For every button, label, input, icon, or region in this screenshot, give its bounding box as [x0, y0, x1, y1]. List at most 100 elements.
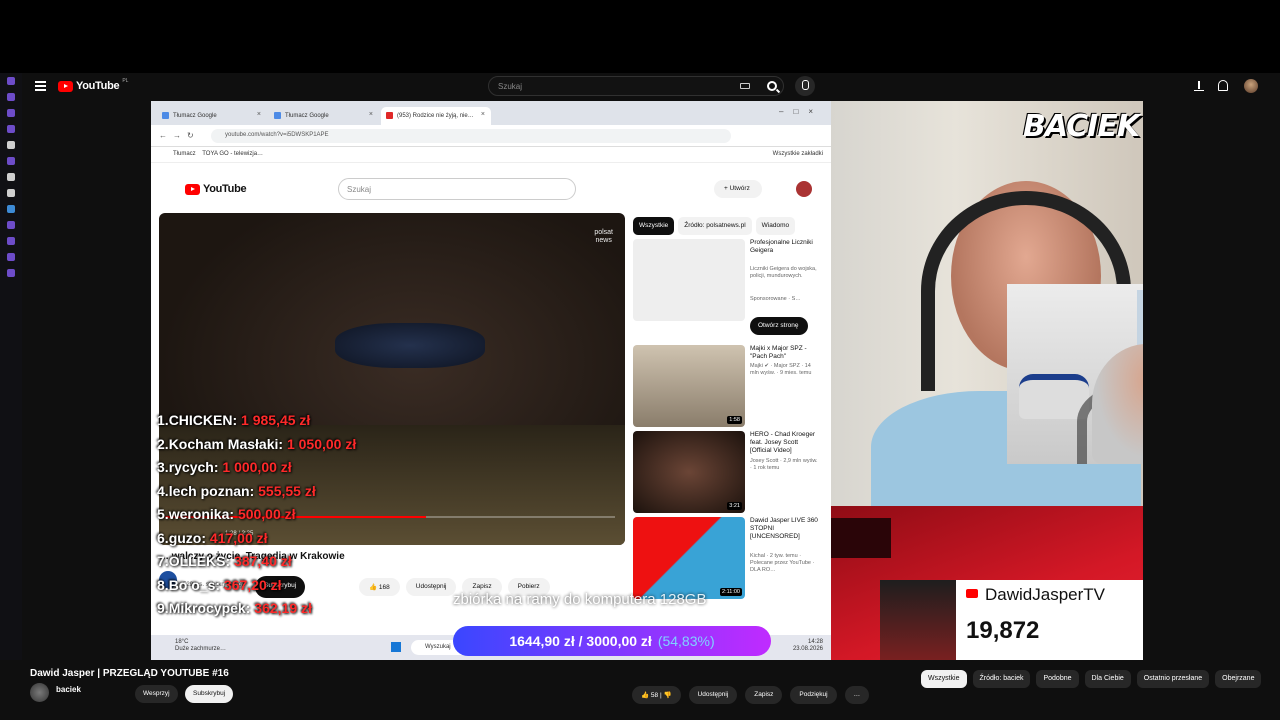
leaderboard-row: 5.weronika: 500,00 zł [157, 503, 356, 527]
youtube-logo[interactable]: YouTube PL [58, 78, 128, 92]
browser-tab-active: (953) Rodzice nie żyją, nie… × [381, 107, 491, 125]
lb-name: Mikrocypek: [168, 600, 251, 616]
close-icon: × [368, 111, 373, 118]
rec-duration: 2:11:00 [720, 588, 742, 596]
youtube-icon [966, 589, 978, 598]
bookmark: Wszystkie zakładki [772, 151, 823, 157]
upload-icon[interactable] [1194, 81, 1204, 91]
goal-current: 1644,90 zł [509, 633, 575, 649]
rec-sponsor: Sponsorowane · S… [750, 296, 801, 302]
lb-amount: 555,55 zł [258, 482, 316, 499]
video-player[interactable]: Tłumacz Google × Tłumacz Google × (953) Ro… [151, 101, 1143, 660]
rail-icon[interactable] [7, 221, 15, 229]
lb-amount: 387,40 zł [234, 553, 292, 569]
inner-rec: 1:58 Majki x Major SPZ - "Pach Pach" Maj… [633, 345, 823, 427]
logo-text: YouTube [76, 80, 120, 92]
rec-open-button: Otwórz stronę [750, 317, 808, 335]
search-icon[interactable] [767, 81, 777, 91]
lb-amount: 362,19 zł [254, 600, 312, 616]
instagram-icon[interactable] [7, 157, 15, 165]
thanks-button[interactable]: Podziękuj [790, 686, 837, 704]
subscribe-button[interactable]: Subskrybuj [185, 685, 234, 703]
scene-car [335, 323, 485, 368]
menu-icon[interactable] [35, 81, 46, 91]
rail-icon[interactable] [7, 125, 15, 133]
lb-name: rycych: [168, 459, 219, 475]
save-button[interactable]: Zapisz [745, 686, 783, 704]
browser-tab-strip: Tłumacz Google × Tłumacz Google × (953) Ro… [151, 101, 831, 125]
video-info: Dawid Jasper | PRZEGLĄD YOUTUBE #16 baci… [0, 660, 1280, 720]
chip-recent[interactable]: Ostatnio przesłane [1136, 670, 1210, 688]
inner-chip: Źródło: polsatnews.pl [678, 217, 752, 235]
rec-thumb: 2:11:00 [633, 517, 745, 599]
rec-meta: Josey Scott · 2,9 mln wyśw. · 1 rok temu [750, 458, 818, 471]
account-avatar[interactable] [1244, 79, 1258, 93]
telegram-icon[interactable] [7, 205, 15, 213]
inner-rec: 3:21 HERO - Chad Kroeger feat. Josey Sco… [633, 431, 823, 513]
streamer-logo: BACIEK [1023, 109, 1140, 144]
lb-name: guzo: [168, 529, 207, 546]
lb-name: lech poznan: [168, 482, 255, 499]
lb-rank: 3. [157, 459, 169, 475]
lb-amount: 1 050,00 zł [286, 435, 357, 452]
inner-chip: Wiadomo [755, 217, 796, 235]
rec-duration: 1:58 [727, 416, 742, 424]
channel-avatar[interactable] [30, 683, 49, 702]
rec-thumb: 1:58 [633, 345, 745, 427]
rail-icon[interactable] [7, 77, 15, 85]
close-icon: × [480, 111, 485, 118]
more-button[interactable]: … [844, 686, 870, 704]
url-field: youtube.com/watch?v=i5DWSKP1APE [211, 129, 731, 143]
rec-title: HERO - Chad Kroeger feat. Josey Scott [O… [750, 431, 816, 454]
like-button[interactable]: 👍 58 | 👎 [632, 686, 681, 704]
lb-rank: 1. [157, 412, 169, 428]
lb-rank: 7. [157, 553, 169, 569]
rail-icon[interactable] [7, 93, 15, 101]
leaderboard-row: 6.guzo: 417,00 zł [157, 527, 356, 551]
donation-leaderboard: 1.CHICKEN: 1 985,45 zł 2.Kocham Masłaki:… [157, 409, 356, 621]
chip-watched[interactable]: Obejrzane [1215, 670, 1262, 688]
leaderboard-row: 2.Kocham Masłaki: 1 050,00 zł [157, 433, 356, 457]
chip-for-you[interactable]: Dla Ciebie [1084, 670, 1131, 688]
chip-all[interactable]: Wszystkie [921, 670, 967, 688]
channel-promo: DawidJasperTV 19,872 [880, 580, 1143, 660]
leaderboard-row: 4.lech poznan: 555,55 zł [157, 480, 356, 504]
tab-label: (953) Rodzice nie żyją, nie… [397, 113, 474, 119]
lb-rank: 4. [157, 482, 169, 499]
inner-like: 👍 168 [359, 578, 400, 596]
tiktok-icon[interactable] [7, 173, 15, 181]
inner-share: Udostępnij [405, 578, 457, 596]
chip-source[interactable]: Źródło: baciek [972, 670, 1031, 688]
share-button[interactable]: Udostępnij [688, 686, 738, 704]
rec-thumb: 3:21 [633, 431, 745, 513]
support-button[interactable]: Wesprzyj [135, 685, 178, 703]
rail-icon[interactable] [7, 237, 15, 245]
rail-icon[interactable] [7, 109, 15, 117]
chip-similar[interactable]: Podobne [1036, 670, 1079, 688]
x-icon[interactable] [7, 189, 15, 197]
pip-person [1092, 344, 1143, 464]
keyboard-icon[interactable] [740, 83, 750, 89]
leaderboard-row: 1.CHICKEN: 1 985,45 zł [157, 409, 356, 433]
overlay-red-panel: DawidJasperTV 19,872 [831, 506, 1143, 660]
lb-rank: 9. [157, 600, 169, 616]
channel-name[interactable]: baciek [56, 685, 81, 694]
inner-avatar [796, 181, 812, 197]
inner-chips: Wszystkie Źródło: polsatnews.pl Wiadomo [633, 217, 796, 235]
notifications-icon[interactable] [1218, 80, 1228, 91]
lb-amount: 1 985,45 zł [241, 412, 311, 428]
discord-icon[interactable] [7, 141, 15, 149]
leaderboard-row: 3.rycych: 1 000,00 zł [157, 456, 356, 480]
settings-icon[interactable] [7, 269, 15, 277]
letterbox-top [0, 0, 1280, 73]
goal-separator: / [578, 633, 583, 649]
leaderboard-row: 8.Bo o_s: 367,20 zł [157, 574, 356, 598]
rec-duration: 3:21 [727, 502, 742, 510]
voice-search-button[interactable] [795, 76, 815, 96]
inner-chip: Wszystkie [633, 217, 675, 235]
rail-icon[interactable] [7, 253, 15, 261]
inner-like-count: 168 [378, 584, 390, 591]
inner-search: Szukaj [338, 178, 576, 200]
category-chips: Wszystkie Źródło: baciek Podobne Dla Cie… [921, 670, 1262, 688]
lb-name: CHICKEN: [168, 412, 238, 428]
